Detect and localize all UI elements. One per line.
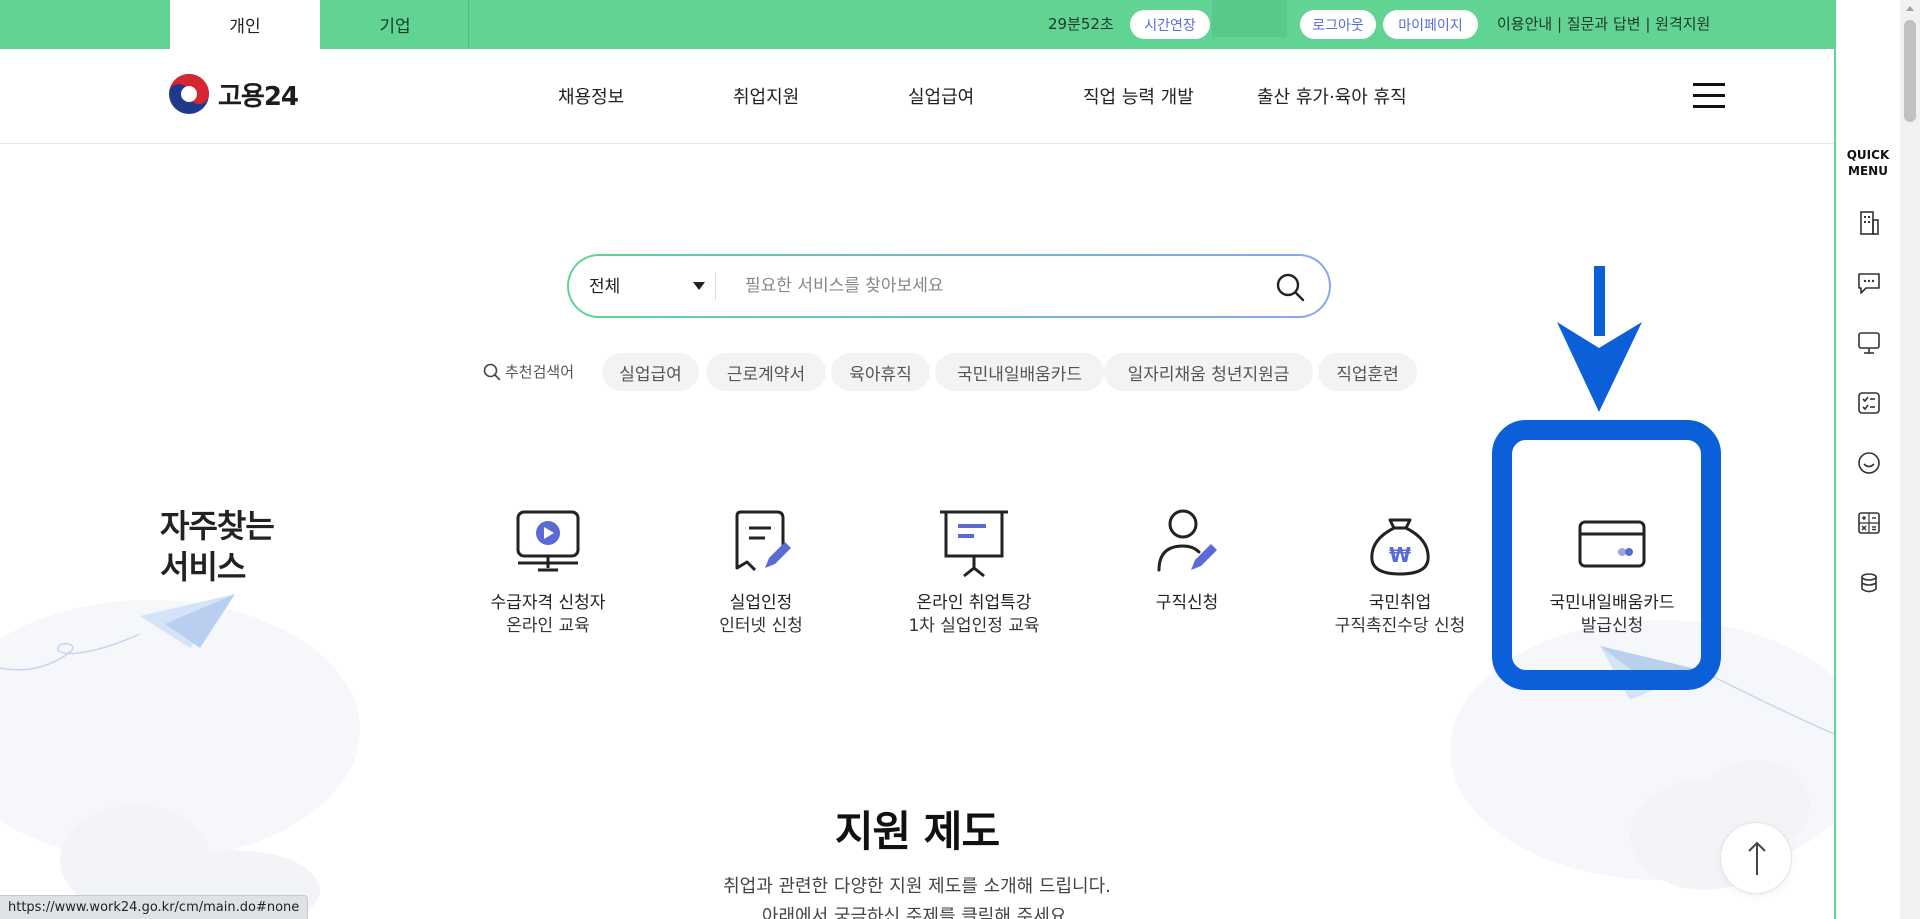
site-logo[interactable]: 고용24 xyxy=(168,73,299,115)
frequent-services-title: 자주찾는 서비스 xyxy=(160,506,275,588)
service-job-application[interactable]: 구직신청 xyxy=(1087,506,1287,615)
logo-text: 고용24 xyxy=(218,81,299,112)
arrow-up-icon xyxy=(1748,841,1766,875)
scroll-top-button[interactable] xyxy=(1720,822,1792,894)
tab-divider xyxy=(468,0,469,49)
checklist-icon[interactable] xyxy=(1856,390,1882,416)
quick-menu-title: QUICK MENU xyxy=(1836,147,1900,179)
page-scrollbar[interactable] xyxy=(1900,0,1920,919)
highlight-box xyxy=(1492,420,1721,690)
chevron-down-icon[interactable] xyxy=(693,282,705,290)
building-icon[interactable] xyxy=(1856,210,1882,236)
site-header: 고용24 채용정보 취업지원 실업급여 직업 능력 개발 출산 휴가·육아 휴직 xyxy=(0,49,1834,144)
person-pen-icon xyxy=(1157,509,1217,572)
search-icon[interactable] xyxy=(1275,272,1305,302)
tab-personal-label: 개인 xyxy=(229,17,261,37)
keyword-chip[interactable]: 국민내일배움카드 xyxy=(935,353,1104,391)
logout-label: 로그아웃 xyxy=(1312,17,1364,34)
small-search-icon xyxy=(483,363,501,380)
service-subtitle: 구직촉진수당 신청 xyxy=(1334,616,1466,636)
extend-time-label: 시간연장 xyxy=(1144,17,1196,34)
nav-job-skills[interactable]: 직업 능력 개발 xyxy=(1083,83,1194,109)
service-title: 구직신청 xyxy=(1155,593,1219,613)
coins-icon[interactable] xyxy=(1856,570,1882,596)
scroll-up-icon[interactable] xyxy=(1906,6,1914,11)
session-timer: 29분52초 xyxy=(1048,15,1114,33)
nav-jobs[interactable]: 채용정보 xyxy=(558,83,624,109)
money-bag-icon: ₩ xyxy=(1370,518,1430,576)
quick-menu-title-line1: QUICK xyxy=(1846,148,1890,162)
frequent-title-line1: 자주찾는 xyxy=(160,507,275,545)
service-title: 온라인 취업특강 xyxy=(916,593,1032,613)
menu-hamburger-icon[interactable] xyxy=(1693,83,1725,109)
top-bar: 개인 기업 29분52초 시간연장 로그아웃 마이페이지 이용안내 | 질문과 … xyxy=(0,0,1834,49)
presentation-board-icon xyxy=(940,510,1008,578)
keyword-chip[interactable]: 직업훈련 xyxy=(1318,353,1417,391)
scrollbar-thumb[interactable] xyxy=(1904,20,1916,122)
service-unemployment-recognition[interactable]: 실업인정 인터넷 신청 xyxy=(661,506,861,638)
service-online-lecture[interactable]: 온라인 취업특강 1차 실업인정 교육 xyxy=(874,506,1074,638)
keyword-chip[interactable]: 근로계약서 xyxy=(706,353,826,391)
service-subtitle: 인터넷 신청 xyxy=(719,616,803,636)
extend-time-button[interactable]: 시간연장 xyxy=(1130,10,1210,39)
svg-text:₩: ₩ xyxy=(1389,543,1411,567)
service-title: 국민취업 xyxy=(1368,593,1432,613)
arrow-down-icon xyxy=(1557,266,1642,412)
logout-button[interactable]: 로그아웃 xyxy=(1300,10,1376,39)
keywords-label-text: 추천검색어 xyxy=(505,363,575,381)
search-bar: 전체 xyxy=(567,254,1331,318)
tab-business-label: 기업 xyxy=(379,17,411,37)
frequent-title-line2: 서비스 xyxy=(160,548,246,586)
recommended-keywords-label: 추천검색어 xyxy=(483,361,574,382)
service-title: 실업인정 xyxy=(729,593,793,613)
header-blank-area xyxy=(1212,0,1287,37)
service-title: 수급자격 신청자 xyxy=(490,593,606,613)
quick-menu-title-line2: MENU xyxy=(1848,164,1888,178)
service-job-seeking-allowance[interactable]: ₩ 국민취업 구직촉진수당 신청 xyxy=(1300,506,1500,638)
keyword-chip[interactable]: 일자리채움 청년지원금 xyxy=(1104,353,1313,391)
tab-business[interactable]: 기업 xyxy=(320,0,470,49)
chat-icon[interactable] xyxy=(1856,270,1882,296)
service-subtitle: 1차 실업인정 교육 xyxy=(908,616,1040,636)
mypage-label: 마이페이지 xyxy=(1398,17,1463,34)
keyword-chip[interactable]: 실업급여 xyxy=(602,353,699,391)
tab-personal[interactable]: 개인 xyxy=(170,0,320,49)
calculator-icon[interactable] xyxy=(1856,510,1882,536)
search-divider xyxy=(715,272,716,300)
paper-plane-icon xyxy=(0,594,235,671)
smile-icon[interactable] xyxy=(1856,450,1882,476)
status-bar-url: https://www.work24.go.kr/cm/main.do#none xyxy=(0,895,309,919)
search-category-select[interactable]: 전체 xyxy=(589,272,620,297)
quick-menu: QUICK MENU xyxy=(1834,0,1900,919)
nav-employment-support[interactable]: 취업지원 xyxy=(733,83,799,109)
document-pen-icon xyxy=(735,510,791,572)
search-inner: 전체 xyxy=(569,256,1329,316)
monitor-play-icon xyxy=(516,510,580,572)
nav-unemployment-benefit[interactable]: 실업급여 xyxy=(908,83,974,109)
nav-parental-leave[interactable]: 출산 휴가·육아 휴직 xyxy=(1257,83,1407,109)
service-subtitle: 온라인 교육 xyxy=(506,616,590,636)
monitor-icon[interactable] xyxy=(1856,330,1882,356)
mypage-button[interactable]: 마이페이지 xyxy=(1383,10,1478,39)
service-online-education[interactable]: 수급자격 신청자 온라인 교육 xyxy=(448,506,648,638)
search-input[interactable] xyxy=(745,270,1265,302)
top-utility-links[interactable]: 이용안내 | 질문과 답변 | 원격지원 xyxy=(1497,13,1710,34)
section-title: 지원 제도 xyxy=(834,807,1000,856)
taegeuk-logo-icon xyxy=(169,74,209,114)
keyword-chip[interactable]: 육아휴직 xyxy=(831,353,930,391)
